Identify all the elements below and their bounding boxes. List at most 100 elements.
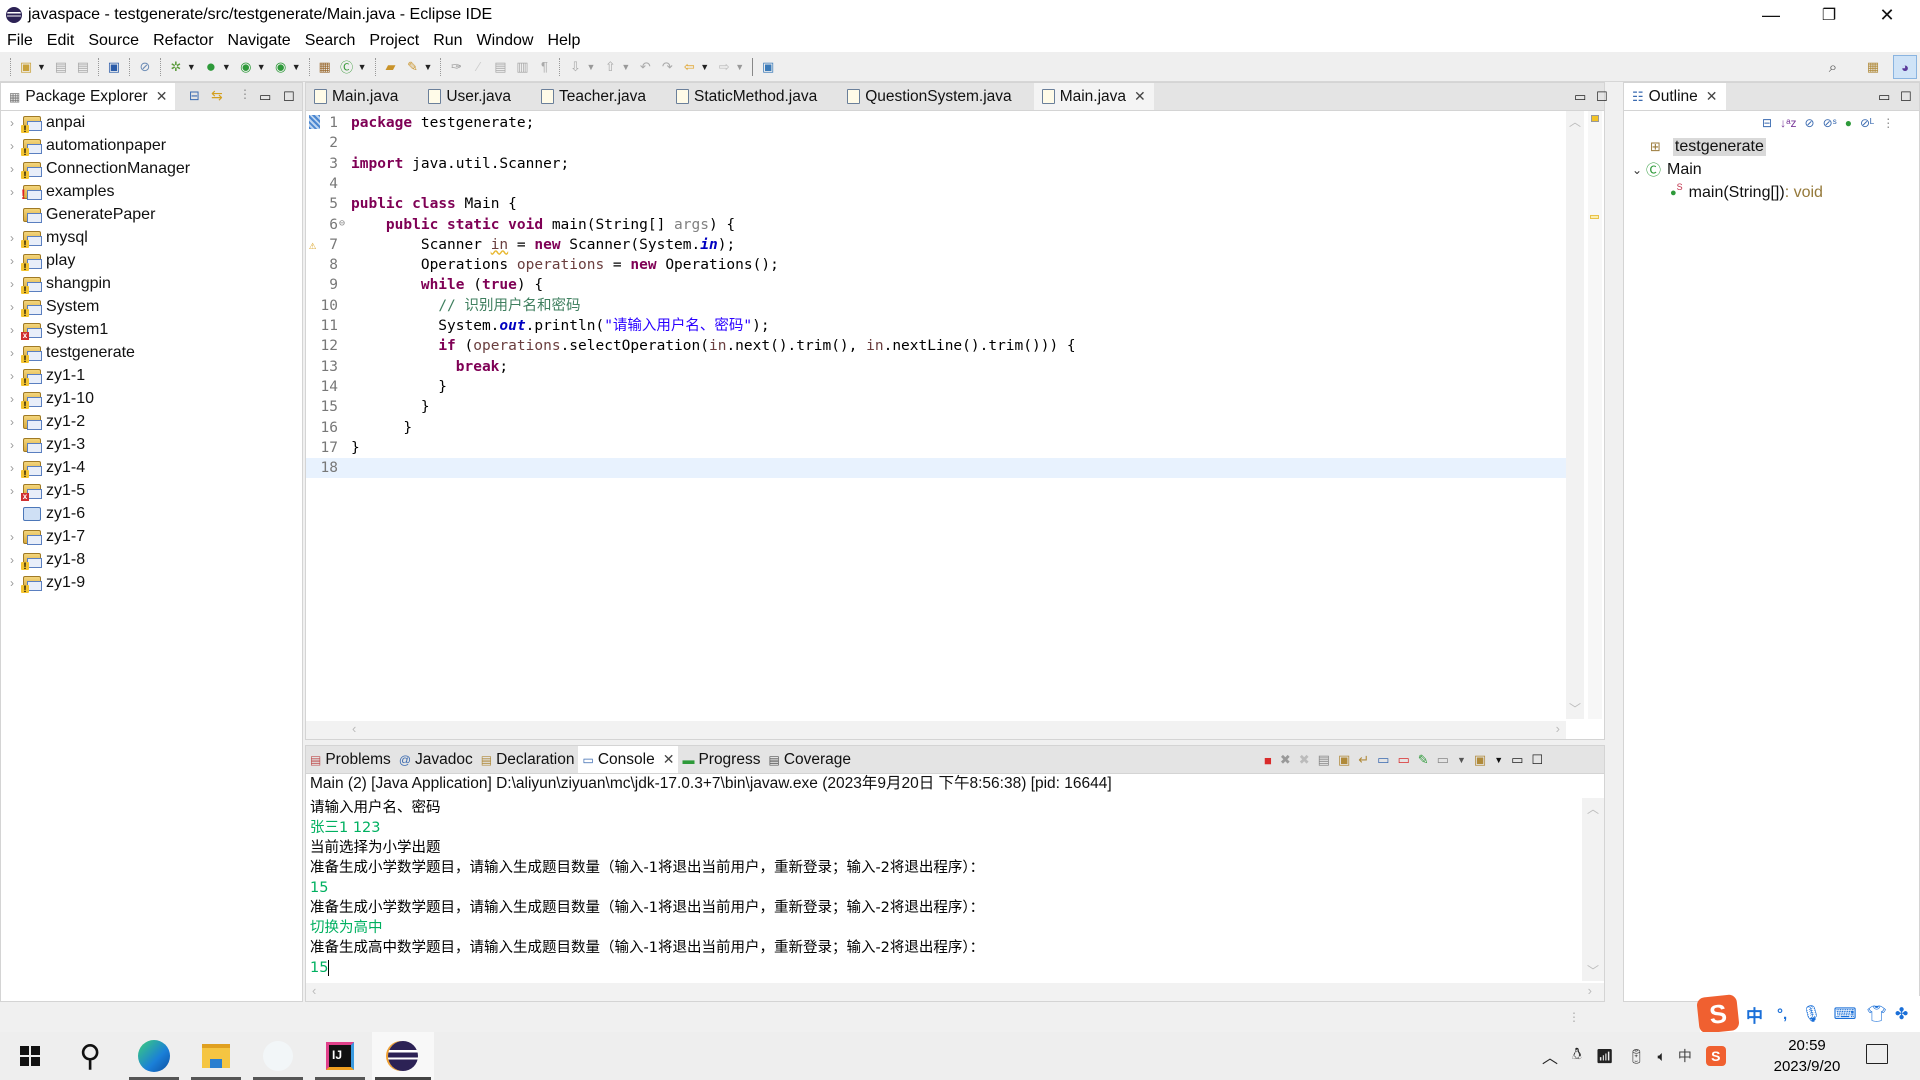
start-button[interactable]: [2, 1032, 58, 1080]
qq-icon[interactable]: 🐧︎: [1572, 1046, 1582, 1066]
outline-item-method[interactable]: ● S main(String[]) : void: [1624, 181, 1919, 204]
maximize-console-icon[interactable]: ☐: [1531, 752, 1543, 768]
taskbar-app-file-explorer[interactable]: [188, 1032, 244, 1080]
battery-icon[interactable]: 🔋︎: [1628, 1048, 1646, 1065]
new-wizard-icon[interactable]: ▣: [17, 58, 35, 76]
show-on-stdout-icon[interactable]: ▭: [1377, 752, 1389, 768]
expand-arrow-icon[interactable]: ›: [1, 300, 23, 314]
search-dropdown-icon[interactable]: ▼: [424, 62, 433, 72]
outline-view-menu-icon[interactable]: ⋮: [1882, 116, 1894, 130]
clock[interactable]: 20:59 2023/9/20: [1752, 1035, 1862, 1077]
editor-tab[interactable]: Teacher.java: [533, 83, 668, 110]
close-package-explorer-icon[interactable]: ✕: [156, 88, 168, 105]
expand-arrow-icon[interactable]: ›: [1, 553, 23, 567]
project-item[interactable]: › System: [1, 295, 302, 318]
minimize-button[interactable]: —: [1742, 0, 1800, 30]
console-scroll-right-icon[interactable]: ›: [1588, 983, 1592, 998]
new-class-dropdown-icon[interactable]: ▼: [358, 62, 367, 72]
expand-arrow-icon[interactable]: ›: [1, 231, 23, 245]
restore-button[interactable]: ❐: [1800, 0, 1858, 30]
sogou-logo-icon[interactable]: S: [1696, 994, 1740, 1034]
toggle-mark-occurrences-icon[interactable]: ✑: [447, 58, 465, 76]
close-console-icon[interactable]: ✕: [663, 751, 675, 768]
code-line[interactable]: 3 import java.util.Scanner;: [306, 154, 1568, 174]
code-line[interactable]: 6 ⊖ public static void main(String[] args…: [306, 215, 1568, 235]
taskbar-app-intellij[interactable]: IJ: [312, 1032, 368, 1080]
new-dropdown-icon[interactable]: ▼: [37, 62, 46, 72]
menu-refactor[interactable]: Refactor: [146, 32, 220, 50]
code-line[interactable]: 17}: [306, 438, 1568, 458]
tab-declaration[interactable]: ▤ Declaration: [477, 746, 579, 773]
search-icon[interactable]: ⌕: [1824, 58, 1842, 76]
display-console-dropdown-icon[interactable]: ▼: [1457, 755, 1466, 765]
console-scroll-down-icon[interactable]: ﹀: [1587, 962, 1599, 979]
taskbar-search-button[interactable]: ⚲: [62, 1032, 118, 1080]
open-type-icon[interactable]: ▰: [382, 58, 400, 76]
project-item[interactable]: › zy1-4: [1, 456, 302, 479]
project-item[interactable]: › zy1-8: [1, 548, 302, 571]
menu-navigate[interactable]: Navigate: [221, 32, 298, 50]
hide-fields-icon[interactable]: ⊘: [1805, 116, 1815, 130]
expand-arrow-icon[interactable]: ›: [1, 116, 23, 130]
toggle-block-icon[interactable]: ▤: [491, 58, 509, 76]
expand-arrow-icon[interactable]: ›: [1, 415, 23, 429]
collapse-all-icon[interactable]: ⊟: [189, 88, 200, 104]
project-item[interactable]: › zy1-10: [1, 387, 302, 410]
remove-launch-icon[interactable]: ✖: [1280, 752, 1291, 768]
tab-progress[interactable]: ▬ Progress: [678, 746, 764, 773]
forward-dropdown-icon[interactable]: ▼: [735, 62, 744, 72]
new-java-class-icon[interactable]: Ⓒ: [338, 58, 356, 76]
expand-arrow-icon[interactable]: ›: [1, 323, 23, 337]
expand-arrow-icon[interactable]: ›: [1, 369, 23, 383]
tab-problems[interactable]: ▤ Problems: [306, 746, 395, 773]
expand-arrow-icon[interactable]: ›: [1, 484, 23, 498]
open-console-dropdown-icon[interactable]: ▼: [1494, 755, 1503, 765]
taskbar-app-edge[interactable]: [126, 1032, 182, 1080]
project-item[interactable]: GeneratePaper: [1, 203, 302, 226]
previous-annotation-dropdown-icon[interactable]: ▼: [621, 62, 630, 72]
scroll-left-icon[interactable]: ‹: [352, 721, 356, 736]
clear-console-icon[interactable]: ▤: [1318, 752, 1330, 768]
console-scroll-left-icon[interactable]: ‹: [312, 983, 316, 998]
expand-arrow-icon[interactable]: ›: [1, 438, 23, 452]
view-menu-icon[interactable]: ⋮: [239, 87, 251, 101]
search-tool-icon[interactable]: ✎: [404, 58, 422, 76]
toolbox-icon[interactable]: ✤: [1895, 1004, 1908, 1024]
project-item[interactable]: › automationpaper: [1, 134, 302, 157]
editor-tab[interactable]: QuestionSystem.java: [839, 83, 1033, 110]
menu-project[interactable]: Project: [362, 32, 426, 50]
code-line[interactable]: 8 Operations operations = new Operations…: [306, 255, 1568, 275]
save-all-icon[interactable]: ▤: [74, 58, 92, 76]
project-item[interactable]: › zy1-7: [1, 525, 302, 548]
microphone-icon[interactable]: 🎙︎: [1801, 1004, 1821, 1024]
expand-arrow-icon[interactable]: ›: [1, 346, 23, 360]
expand-arrow-icon[interactable]: ›: [1, 392, 23, 406]
project-item[interactable]: zy1-6: [1, 502, 302, 525]
display-console-icon[interactable]: ▭: [1437, 752, 1449, 768]
toggle-edit-icon[interactable]: ∕: [469, 58, 487, 76]
tab-package-explorer[interactable]: ▦ Package Explorer ✕: [1, 83, 176, 110]
input-method-indicator[interactable]: 中: [1678, 1046, 1692, 1066]
scroll-lock-icon[interactable]: ▣: [1338, 752, 1350, 768]
project-item[interactable]: › anpai: [1, 111, 302, 134]
console-scroll-up-icon[interactable]: ︿: [1587, 800, 1599, 817]
code-line[interactable]: 7 ⚠ Scanner in = new Scanner(System.in);: [306, 235, 1568, 255]
hide-local-types-icon[interactable]: ⊘ᴸ: [1860, 116, 1874, 130]
external-tools-icon[interactable]: ◉: [272, 58, 290, 76]
code-line[interactable]: 4: [306, 174, 1568, 194]
close-window-button[interactable]: ✕: [1858, 0, 1916, 30]
code-line[interactable]: 11 System.out.println("请输入用户名、密码");: [306, 316, 1568, 336]
tab-coverage[interactable]: ▤ Coverage: [764, 746, 855, 773]
project-item[interactable]: › mysql: [1, 226, 302, 249]
editor-vertical-scrollbar[interactable]: ︿ ﹀: [1566, 111, 1584, 719]
expand-arrow-icon[interactable]: ›: [1, 277, 23, 291]
minimize-view-icon[interactable]: ▭: [259, 89, 271, 105]
project-item[interactable]: › testgenerate: [1, 341, 302, 364]
open-perspective-icon[interactable]: ▦: [1864, 58, 1882, 76]
menu-file[interactable]: File: [0, 32, 40, 50]
code-line[interactable]: 13 break;: [306, 357, 1568, 377]
skip-breakpoints-icon[interactable]: ⊘: [136, 58, 154, 76]
skin-icon[interactable]: 👕︎: [1867, 1004, 1887, 1024]
console-output[interactable]: 请输入用户名、密码 张三1 123 当前选择为小学出题 准备生成小学数学题目，请输入生…: [306, 798, 1582, 981]
show-on-stderr-icon[interactable]: ▭: [1397, 752, 1409, 768]
